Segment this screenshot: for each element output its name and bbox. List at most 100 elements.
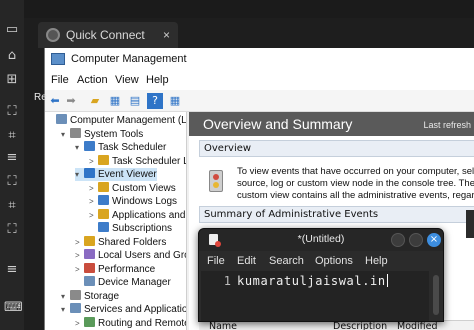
monitor-icon[interactable]: ⛶	[4, 174, 20, 190]
column-description[interactable]: Description	[333, 321, 387, 330]
top-strip	[0, 0, 474, 18]
editor-scrollbar[interactable]	[433, 275, 439, 315]
collapse-arrow-icon[interactable]: >	[89, 182, 98, 195]
editor-line[interactable]: kumaratuljaiswal.in	[237, 274, 388, 288]
tree-node-icon	[70, 303, 81, 313]
expand-arrow-icon[interactable]: ▾	[61, 303, 70, 316]
menu-file[interactable]: File	[51, 74, 69, 86]
collapse-arrow-icon[interactable]: >	[89, 155, 98, 168]
editor-text-area[interactable]: 1 kumaratuljaiswal.in	[201, 271, 429, 321]
tray-icon[interactable]: ▭	[4, 22, 20, 38]
tab-label: Quick Connect	[66, 28, 145, 42]
minimize-button[interactable]	[391, 233, 405, 247]
tree-item[interactable]: > Task Scheduler Libra	[89, 154, 186, 168]
expand-arrow-icon[interactable]: ▾	[61, 128, 70, 141]
text-caret	[386, 274, 388, 287]
collapse-arrow-icon[interactable]: >	[75, 249, 84, 262]
event-viewer-icon	[209, 170, 223, 192]
editor-menu-help[interactable]: Help	[365, 255, 388, 267]
split-icon[interactable]: ⌗	[4, 198, 20, 214]
folder-up-icon[interactable]: ▰	[87, 93, 103, 109]
left-sidebar: ▭ ⌂ ⊞ ⛶ ⌗ ≡ ⛶ ⌗ ⛶ ≡ ⌨	[0, 0, 24, 330]
collapse-arrow-icon[interactable]: >	[89, 209, 98, 222]
tree-item[interactable]: ▾ Services and Applications	[61, 303, 186, 316]
overview-line: source, log or custom view node in the c…	[237, 178, 474, 189]
overview-description: To view events that have occurred on you…	[237, 166, 474, 202]
column-name[interactable]: Name	[209, 321, 237, 330]
tree-item[interactable]: ▾ Event Viewer	[75, 168, 157, 181]
line-number: 1	[201, 271, 235, 321]
tree-item[interactable]: ▾ Storage	[61, 289, 120, 303]
tree-item-label: System Tools	[84, 128, 144, 140]
menu-bar: File Action View Help	[45, 72, 474, 90]
tree-item[interactable]: ▾ Task Scheduler	[75, 141, 166, 154]
tree-item-label: Shared Folders	[98, 236, 167, 248]
properties-icon[interactable]: ▤	[127, 93, 143, 109]
tree-item-label: Subscriptions	[112, 223, 173, 234]
tree-node-icon	[84, 262, 95, 273]
expand-arrow-icon[interactable]: ▾	[75, 168, 84, 181]
tree-item[interactable]: > Windows Logs	[89, 195, 177, 208]
tree-item[interactable]: ▾ System Tools	[61, 127, 144, 141]
tree-item-label: Performance	[98, 263, 156, 275]
help-icon[interactable]: ?	[147, 93, 163, 109]
menu-icon[interactable]: ≡	[4, 150, 20, 166]
view-pane-icon[interactable]: ▦	[167, 93, 183, 109]
back-arrow-icon[interactable]: ⬅	[47, 93, 63, 109]
tree-item[interactable]: Computer Management (Local	[47, 114, 187, 127]
overview-section-header[interactable]: Overview	[199, 140, 474, 157]
editor-menu-edit[interactable]: Edit	[237, 255, 256, 267]
close-button[interactable]: ×	[427, 233, 441, 247]
home-icon[interactable]: ⌂	[4, 48, 20, 64]
summary-section-header[interactable]: Summary of Administrative Events	[199, 206, 474, 223]
keyboard-icon[interactable]: ⌨	[4, 300, 23, 316]
editor-menu-file[interactable]: File	[207, 255, 225, 267]
column-modified[interactable]: Modified	[397, 321, 438, 330]
tree-node-icon	[70, 289, 81, 300]
editor-menu-bar: File Edit Search Options Help	[199, 251, 443, 271]
tree-item[interactable]: > Shared Folders	[75, 235, 167, 249]
menu-action[interactable]: Action	[77, 74, 108, 86]
maximize-button[interactable]	[409, 233, 423, 247]
overview-line: To view events that have occurred on you…	[237, 166, 474, 177]
tree-item[interactable]: > Performance	[75, 262, 156, 276]
tree-item[interactable]: > Routing and Remote Ac	[75, 316, 187, 330]
tree-item-label: Computer Management (Local	[70, 115, 187, 126]
tree-item[interactable]: > Custom Views	[89, 181, 176, 195]
tree-item[interactable]: Device Manager	[75, 276, 171, 289]
crop-icon[interactable]: ⌗	[4, 128, 20, 144]
tree-item[interactable]: > Applications and Se	[89, 208, 186, 222]
tree-item-label: Windows Logs	[112, 196, 178, 207]
tab-quick-connect[interactable]: Quick Connect ×	[38, 22, 178, 48]
collapse-arrow-icon[interactable]: >	[89, 195, 98, 208]
console-tree: Computer Management (Local▾System Tools▾…	[45, 112, 187, 330]
menu-view[interactable]: View	[115, 74, 139, 86]
tree-item-label: Storage	[84, 290, 120, 302]
scan-icon[interactable]: ⛶	[4, 104, 20, 120]
tree-item[interactable]: > Local Users and Groups	[75, 249, 186, 262]
tree-node-icon	[84, 235, 95, 246]
grid-icon[interactable]: ⛶	[4, 222, 20, 238]
menu-help[interactable]: Help	[146, 74, 169, 86]
editor-menu-options[interactable]: Options	[315, 255, 353, 267]
editor-menu-search[interactable]: Search	[269, 255, 304, 267]
tree-item-label: Applications and Se	[112, 209, 186, 221]
collapse-arrow-icon[interactable]: >	[75, 263, 84, 276]
close-tab-icon[interactable]: ×	[163, 22, 170, 48]
collapse-arrow-icon[interactable]: >	[75, 236, 84, 249]
collapse-arrow-icon[interactable]: >	[75, 317, 84, 330]
tree-item-label: Local Users and Groups	[98, 250, 186, 261]
show-hide-tree-icon[interactable]: ▦	[107, 93, 123, 109]
list-icon[interactable]: ≡	[4, 262, 20, 278]
expand-arrow-icon[interactable]: ▾	[75, 141, 84, 154]
tree-item-label: Routing and Remote Ac	[98, 317, 187, 329]
forward-arrow-icon[interactable]: ➡	[63, 93, 79, 109]
text-editor-window: *(Untitled) × File Edit Search Options H…	[198, 228, 444, 322]
tree-node-icon	[56, 114, 67, 124]
expand-arrow-icon[interactable]: ▾	[61, 290, 70, 303]
new-session-icon[interactable]: ⊞	[4, 72, 20, 88]
tree-item[interactable]: Subscriptions	[89, 222, 172, 235]
tree-node-icon	[70, 127, 81, 138]
window-title: Computer Management	[71, 53, 187, 65]
last-refresh-label: Last refresh	[423, 120, 471, 130]
